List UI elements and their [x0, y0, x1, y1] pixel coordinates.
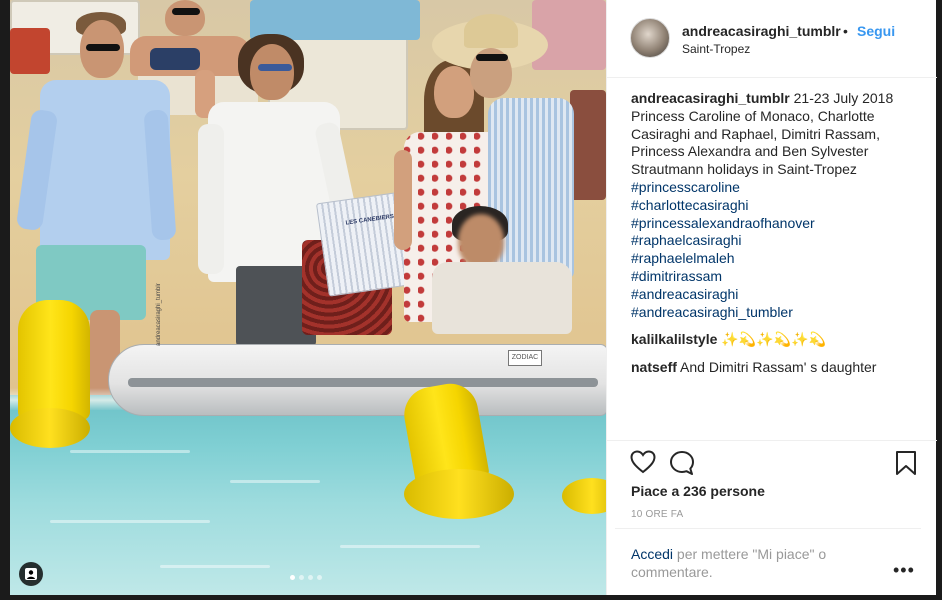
action-bar: [607, 440, 937, 441]
comment-text: And Dimitri Rassam' s daughter: [680, 359, 877, 376]
comments-section: andreacasiraghi_tumblr 21-23 July 2018 P…: [631, 90, 921, 377]
comment-username[interactable]: kalilkalilstyle: [631, 331, 717, 347]
hashtag-link[interactable]: #andreacasiraghi_tumbler: [631, 304, 921, 322]
carousel-indicator: [290, 575, 322, 580]
user-tag-button[interactable]: [19, 562, 43, 586]
ripple: [340, 545, 480, 548]
caption: andreacasiraghi_tumblr 21-23 July 2018 P…: [631, 90, 921, 321]
hashtag-link[interactable]: #dimitrirassam: [631, 268, 921, 286]
sea-water: [10, 395, 606, 595]
login-link[interactable]: Accedi: [631, 546, 673, 562]
hashtag-link[interactable]: #charlottecasiraghi: [631, 197, 921, 215]
boat-stripe: [128, 378, 598, 387]
hashtag-link[interactable]: #raphaelcasiraghi: [631, 232, 921, 250]
boat-brand-label: ZODIAC: [508, 350, 542, 366]
speech-bubble-icon: [670, 451, 694, 475]
post-photo[interactable]: LES CANEBIERS ZODIAC andreacasiraghi_tum…: [10, 0, 606, 595]
ellipsis-icon: •••: [893, 560, 915, 580]
heart-outline-icon: [630, 450, 656, 474]
ripple: [230, 480, 320, 483]
comment-button[interactable]: [669, 450, 695, 481]
login-prompt: Accedi per mettere "Mi piace" o commenta…: [631, 545, 881, 581]
likes-prefix: Piace a: [631, 483, 684, 499]
hashtag-link[interactable]: #raphaelelmaleh: [631, 250, 921, 268]
hashtag-link[interactable]: #princesscaroline: [631, 179, 921, 197]
more-options-button[interactable]: •••: [893, 560, 915, 581]
post-timestamp: 10 ORE FA: [631, 509, 684, 520]
carousel-dot: [308, 575, 313, 580]
likes-count[interactable]: Piace a 236 persone: [631, 483, 765, 499]
comment-item: kalilkalilstyle ✨💫✨💫✨💫: [631, 331, 921, 349]
caption-username[interactable]: andreacasiraghi_tumblr: [631, 90, 790, 106]
like-button[interactable]: [630, 450, 656, 479]
separator-dot: •: [843, 23, 848, 39]
avatar[interactable]: [630, 18, 670, 58]
ripple: [160, 565, 270, 568]
carousel-dot-active: [290, 575, 295, 580]
likes-number: 236: [683, 483, 707, 499]
comment-item: natseff And Dimitri Rassam' s daughter: [631, 359, 921, 377]
straw-hat-crown: [464, 14, 518, 48]
comment-text: ✨💫✨💫✨💫: [721, 331, 826, 348]
comment-divider: [615, 528, 921, 529]
likes-suffix: persone: [706, 483, 765, 499]
bookmark-icon: [896, 451, 916, 475]
location-link[interactable]: Saint-Tropez: [682, 42, 750, 56]
post-header: andreacasiraghi_tumblr • Segui Saint-Tro…: [607, 0, 937, 78]
follow-button[interactable]: Segui: [857, 23, 895, 39]
user-tag-icon: [25, 568, 37, 580]
header-username[interactable]: andreacasiraghi_tumblr: [682, 23, 841, 39]
hashtag-link[interactable]: #princessalexandraofhanover: [631, 215, 921, 233]
plant-background: [570, 90, 606, 200]
photo-watermark: andreacasiraghi_tumblr: [156, 283, 162, 346]
bottom-strip: [0, 595, 942, 600]
ripple: [50, 520, 210, 523]
bag-background: [10, 28, 50, 74]
inflatable-boat: ZODIAC andreacasiraghi_tumblr: [108, 283, 606, 425]
carousel-dot: [317, 575, 322, 580]
post-detail-panel: andreacasiraghi_tumblr • Segui Saint-Tro…: [606, 0, 937, 595]
hashtag-link[interactable]: #andreacasiraghi: [631, 286, 921, 304]
hashtag-list: #princesscaroline #charlottecasiraghi #p…: [631, 179, 921, 321]
ripple: [70, 450, 190, 453]
save-button[interactable]: [895, 450, 917, 481]
carousel-dot: [299, 575, 304, 580]
comment-username[interactable]: natseff: [631, 359, 677, 375]
